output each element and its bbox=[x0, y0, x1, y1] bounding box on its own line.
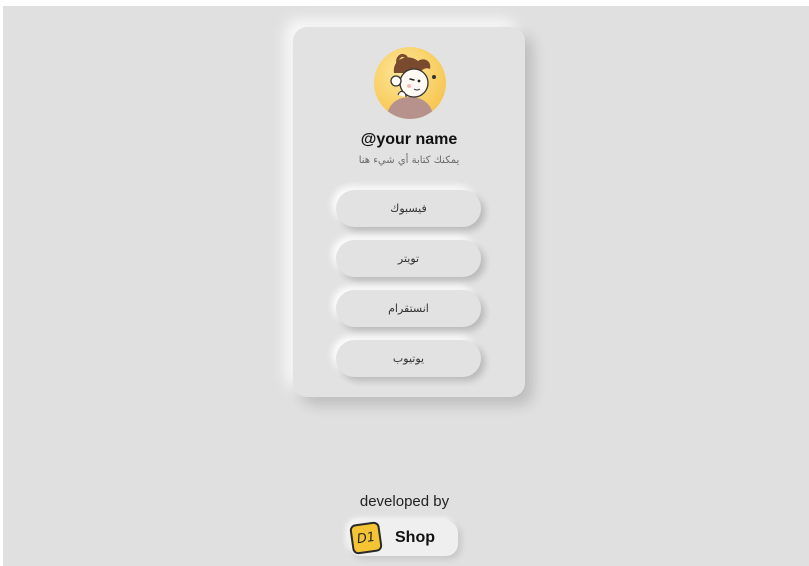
twitter-link-button[interactable]: تويتر bbox=[336, 240, 481, 277]
avatar bbox=[374, 47, 446, 119]
shop-logo-icon: D1 bbox=[349, 521, 383, 555]
twitter-link-label: تويتر bbox=[397, 252, 420, 265]
developed-by-label: developed by bbox=[359, 493, 450, 510]
profile-handle: @your name bbox=[360, 131, 458, 148]
youtube-link-label: يوتيوب bbox=[392, 352, 425, 365]
facebook-link-button[interactable]: فيسبوك bbox=[336, 190, 481, 227]
shop-logo-mark: D1 bbox=[355, 529, 377, 547]
instagram-link-label: انستقرام bbox=[388, 302, 429, 315]
facebook-link-label: فيسبوك bbox=[390, 202, 427, 215]
instagram-link-button[interactable]: انستقرام bbox=[336, 290, 481, 327]
profile-bio: يمكنك كتابة أي شيء هنا bbox=[358, 155, 460, 166]
page-background: @your name يمكنك كتابة أي شيء هنا فيسبوك… bbox=[3, 6, 809, 566]
shop-badge-link[interactable]: D1 Shop bbox=[349, 521, 458, 556]
avatar-illustration-icon bbox=[386, 53, 436, 119]
profile-card: @your name يمكنك كتابة أي شيء هنا فيسبوك… bbox=[293, 27, 525, 397]
youtube-link-button[interactable]: يوتيوب bbox=[336, 340, 481, 377]
shop-label: Shop bbox=[395, 529, 435, 546]
